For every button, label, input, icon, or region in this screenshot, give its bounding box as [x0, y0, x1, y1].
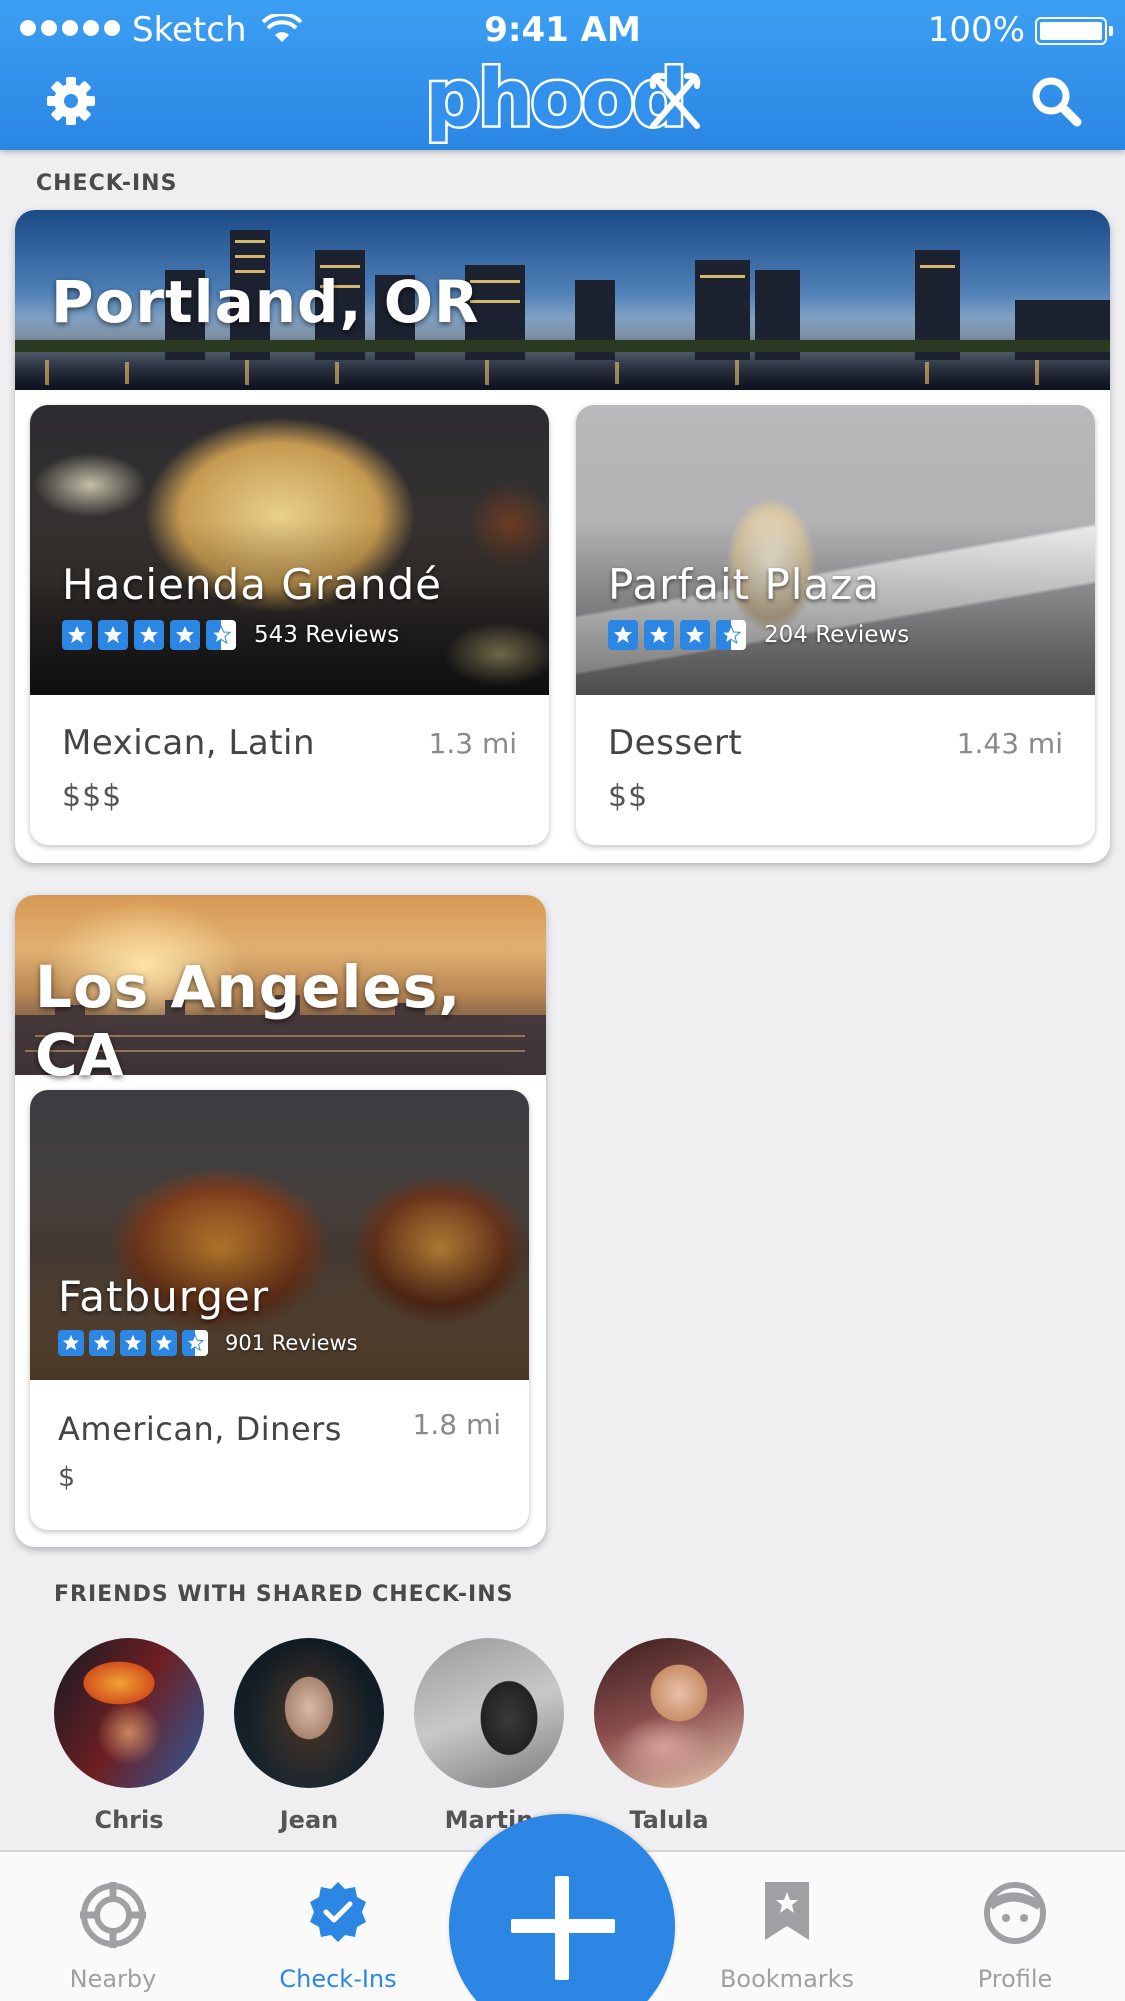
star-icon: [120, 1330, 146, 1356]
gear-icon: [47, 77, 95, 125]
restaurant-card[interactable]: Fatburger 901 Reviews American, Diners 1…: [30, 1090, 529, 1530]
star-icon: [644, 620, 674, 650]
checkins-section-title: CHECK-INS: [36, 171, 178, 196]
friend-martin[interactable]: Martin: [414, 1638, 564, 1834]
star-icon: [134, 620, 164, 650]
review-count: 901 Reviews: [225, 1331, 358, 1355]
search-button[interactable]: [1025, 70, 1087, 132]
avatar: [414, 1638, 564, 1788]
star-icon: [151, 1330, 177, 1356]
tab-label: Bookmarks: [719, 1965, 855, 1993]
battery-percent: 100%: [927, 10, 1025, 50]
fork-knife-icon: [649, 72, 701, 129]
cuisine-label: Dessert: [608, 723, 743, 763]
avatar: [54, 1638, 204, 1788]
distance-label: 1.8 mi: [412, 1408, 501, 1441]
restaurant-card[interactable]: Hacienda Grandé 543 Reviews Mexican, Lat…: [30, 405, 549, 845]
restaurant-card[interactable]: Parfait Plaza 204 Reviews Dessert 1.43 m…: [576, 405, 1095, 845]
star-icon: [89, 1330, 115, 1356]
star-icon: [62, 620, 92, 650]
rating-stars: 901 Reviews: [58, 1330, 358, 1356]
tab-nearby[interactable]: Nearby: [18, 1852, 208, 2001]
friends-section-title: FRIENDS WITH SHARED CHECK-INS: [54, 1582, 514, 1607]
tab-label: Profile: [977, 1965, 1053, 1993]
avatar: [234, 1638, 384, 1788]
tab-label: Nearby: [69, 1965, 157, 1993]
tab-check-ins[interactable]: Check-Ins: [243, 1852, 433, 2001]
friend-name: Chris: [94, 1806, 164, 1834]
price-label: $$$: [62, 779, 123, 814]
star-icon: [170, 620, 200, 650]
avatar: [594, 1638, 744, 1788]
review-count: 543 Reviews: [254, 622, 400, 648]
friend-talula[interactable]: Talula: [594, 1638, 744, 1834]
star-icon: [58, 1330, 84, 1356]
distance-label: 1.43 mi: [956, 727, 1063, 760]
tab-profile[interactable]: Profile: [920, 1852, 1110, 2001]
restaurant-photo: [576, 405, 1095, 695]
rating-stars: 204 Reviews: [608, 620, 909, 650]
tab-bookmarks[interactable]: Bookmarks: [692, 1852, 882, 2001]
star-icon: [608, 620, 638, 650]
city-card-portland[interactable]: Portland, OR Hacienda Grandé 543 Reviews…: [15, 210, 1110, 863]
bookmark-icon: [765, 1882, 809, 1940]
phood-logo: phood phood: [420, 52, 710, 147]
friend-chris[interactable]: Chris: [54, 1638, 204, 1834]
city-card-los-angeles[interactable]: Los Angeles, CA Fatburger 901 Reviews Am…: [15, 895, 546, 1547]
status-bar: Sketch 9:41 AM 100%: [0, 0, 1125, 60]
tab-label: Check-Ins: [279, 1965, 397, 1993]
badge-check-icon: [310, 1882, 366, 1942]
friend-name: Jean: [279, 1806, 339, 1834]
half-star-icon: [182, 1330, 208, 1356]
search-icon: [1032, 77, 1082, 127]
review-count: 204 Reviews: [764, 622, 910, 648]
settings-button[interactable]: [40, 70, 102, 132]
city-name: Portland, OR: [51, 268, 480, 336]
restaurant-name: Fatburger: [58, 1272, 270, 1321]
battery-icon: [1035, 17, 1113, 45]
restaurant-name: Parfait Plaza: [608, 560, 880, 609]
star-icon: [98, 620, 128, 650]
half-star-icon: [716, 620, 746, 650]
price-label: $$: [608, 779, 649, 814]
cuisine-label: American, Diners: [58, 1410, 342, 1448]
face-icon: [984, 1882, 1046, 1944]
crosshair-icon: [80, 1882, 146, 1948]
friend-jean[interactable]: Jean: [234, 1638, 384, 1834]
distance-label: 1.3 mi: [428, 727, 517, 760]
restaurant-photo: [30, 405, 549, 695]
star-icon: [680, 620, 710, 650]
cuisine-label: Mexican, Latin: [62, 723, 316, 763]
restaurant-name: Hacienda Grandé: [62, 560, 442, 609]
top-app-bar: Sketch 9:41 AM 100% phood phood: [0, 0, 1125, 150]
half-star-icon: [206, 620, 236, 650]
add-checkin-button[interactable]: [449, 1814, 675, 2001]
price-label: $: [58, 1462, 77, 1493]
rating-stars: 543 Reviews: [62, 620, 399, 650]
city-name: Los Angeles, CA: [35, 953, 462, 1089]
